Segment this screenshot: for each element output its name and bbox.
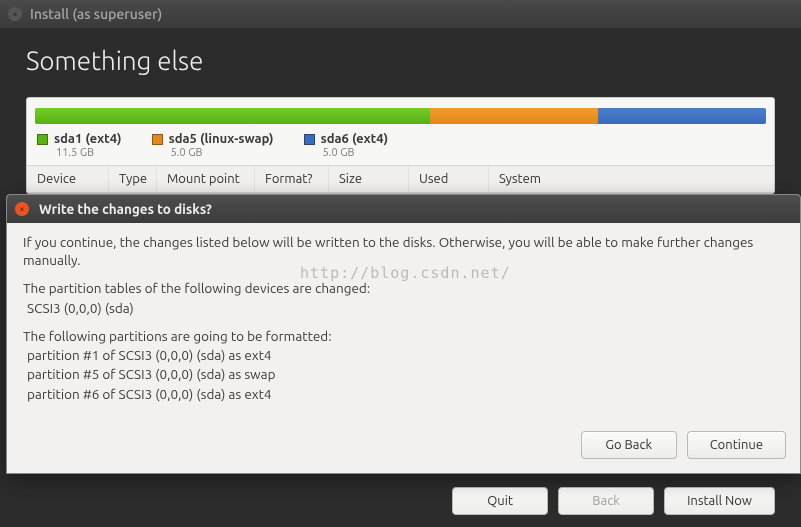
th-format[interactable]: Format? (255, 166, 329, 192)
dialog-title: Write the changes to disks? (39, 201, 212, 217)
install-now-button[interactable]: Install Now (664, 487, 775, 515)
legend-item: sda1 (ext4) 11.5 GB (37, 132, 122, 159)
window-titlebar: × Install (as superuser) (0, 0, 801, 28)
dialog-section2-head: The following partitions are going to be… (23, 327, 784, 345)
legend-size: 11.5 GB (37, 147, 122, 159)
disk-segment-sda6[interactable] (598, 108, 766, 124)
legend-size: 5.0 GB (152, 147, 274, 159)
back-button[interactable]: Back (558, 487, 654, 515)
legend-label: sda6 (ext4) (321, 132, 389, 146)
confirm-dialog: × Write the changes to disks? If you con… (6, 194, 801, 474)
dialog-section2-item: partition #1 of SCSI3 (0,0,0) (sda) as e… (27, 346, 784, 364)
window-title: Install (as superuser) (30, 6, 162, 22)
legend-item: sda5 (linux-swap) 5.0 GB (152, 132, 274, 159)
partition-legend: sda1 (ext4) 11.5 GB sda5 (linux-swap) 5.… (27, 130, 774, 165)
swatch-icon (304, 134, 315, 145)
dialog-section2-item: partition #6 of SCSI3 (0,0,0) (sda) as e… (27, 385, 784, 403)
partition-panel: sda1 (ext4) 11.5 GB sda5 (linux-swap) 5.… (26, 97, 775, 194)
dialog-titlebar: × Write the changes to disks? (7, 195, 800, 223)
swatch-icon (37, 134, 48, 145)
dialog-section1-item: SCSI3 (0,0,0) (sda) (27, 299, 784, 317)
th-type[interactable]: Type (109, 166, 157, 192)
legend-label: sda1 (ext4) (54, 132, 122, 146)
th-system[interactable]: System (489, 166, 774, 192)
dialog-intro: If you continue, the changes listed belo… (23, 233, 784, 269)
th-size[interactable]: Size (329, 166, 409, 192)
continue-button[interactable]: Continue (687, 431, 786, 459)
th-mount[interactable]: Mount point (157, 166, 255, 192)
dialog-body: If you continue, the changes listed belo… (7, 223, 800, 423)
dialog-section1-head: The partition tables of the following de… (23, 279, 784, 297)
legend-label: sda5 (linux-swap) (169, 132, 274, 146)
close-icon[interactable]: × (8, 7, 22, 21)
swatch-icon (152, 134, 163, 145)
dialog-section2-item: partition #5 of SCSI3 (0,0,0) (sda) as s… (27, 365, 784, 383)
quit-button[interactable]: Quit (452, 487, 548, 515)
close-icon[interactable]: × (15, 202, 29, 216)
installer-button-row: Quit Back Install Now (452, 487, 775, 515)
legend-size: 5.0 GB (304, 147, 389, 159)
go-back-button[interactable]: Go Back (581, 431, 677, 459)
disk-usage-bar (35, 108, 766, 124)
disk-segment-sda5[interactable] (430, 108, 598, 124)
partition-table-header: Device Type Mount point Format? Size Use… (27, 165, 774, 193)
legend-item: sda6 (ext4) 5.0 GB (304, 132, 389, 159)
disk-segment-sda1[interactable] (35, 108, 430, 124)
dialog-button-row: Go Back Continue (7, 423, 800, 473)
th-used[interactable]: Used (409, 166, 489, 192)
th-device[interactable]: Device (27, 166, 109, 192)
page-title: Something else (0, 28, 801, 97)
